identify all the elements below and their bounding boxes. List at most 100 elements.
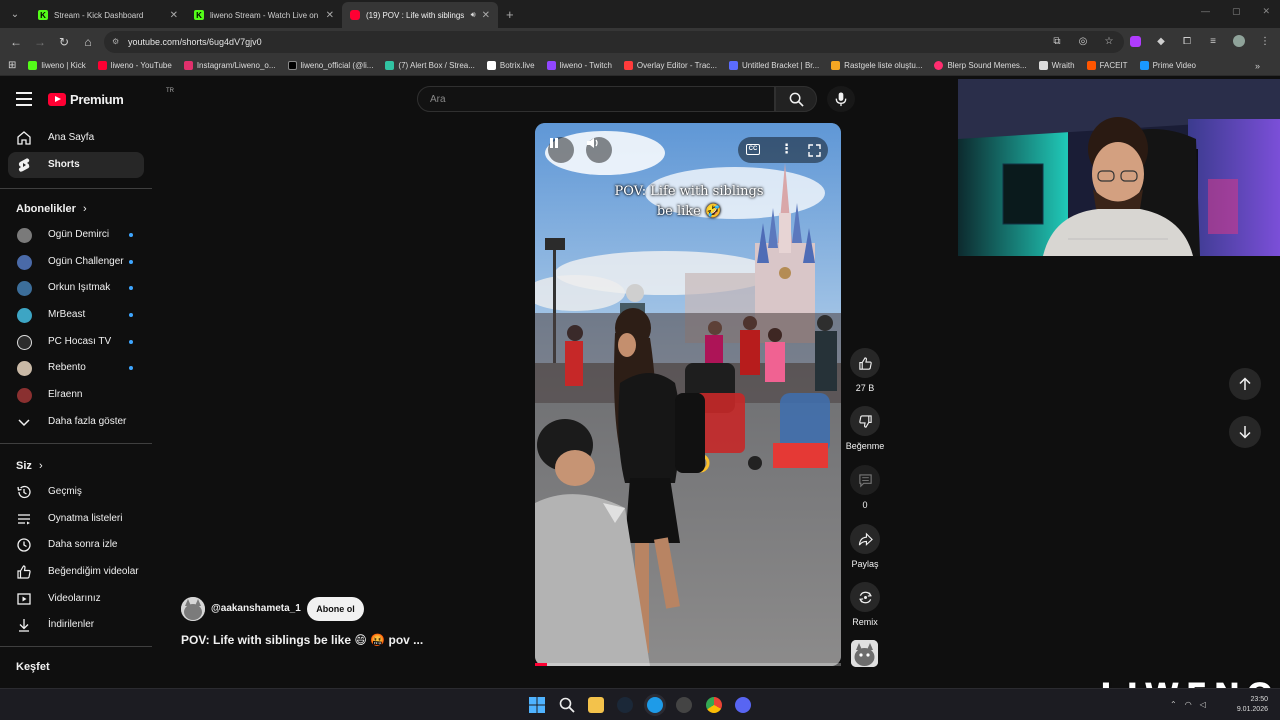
you-header[interactable]: Siz › — [16, 460, 43, 472]
address-bar[interactable]: ⚙ youtube.com/shorts/6ug4dV7gjv0 — [104, 31, 1124, 53]
pause-button[interactable] — [548, 137, 574, 163]
sidebar-item-label: Orkun Işıtmak — [48, 282, 111, 293]
chrome-icon[interactable] — [706, 697, 722, 713]
bookmark-item[interactable]: liweno_official (@li... — [287, 61, 373, 70]
voice-search-button[interactable] — [827, 86, 855, 112]
sidebar-item-history[interactable]: Geçmiş — [8, 479, 144, 505]
back-icon[interactable]: ← — [4, 35, 28, 49]
bookmark-item[interactable]: Blerp Sound Memes... — [934, 61, 1027, 70]
install-app-icon[interactable]: ⧉ — [1050, 34, 1064, 48]
sidebar-item-watch-later[interactable]: Daha sonra izle — [8, 532, 144, 558]
extension-diamond-icon[interactable]: ◆ — [1154, 34, 1168, 48]
maximize-icon[interactable]: ▢ — [1232, 6, 1241, 17]
forward-icon[interactable]: → — [28, 35, 52, 49]
extension-purple-icon[interactable] — [1128, 34, 1142, 48]
guide-menu-icon[interactable] — [16, 92, 32, 106]
more-bookmarks-icon[interactable]: » — [1255, 61, 1260, 71]
dislike-button[interactable]: Beğenme — [846, 406, 884, 451]
obs-icon[interactable] — [676, 697, 692, 713]
bookmark-item[interactable]: Rastgele liste oluştu... — [831, 61, 922, 70]
sidebar-item-subscription[interactable]: Elraenn — [8, 382, 144, 408]
start-menu-icon[interactable] — [529, 697, 545, 713]
tab-kick-stream[interactable]: K liweno Stream - Watch Live on ✕ — [186, 2, 342, 28]
discord-icon[interactable] — [735, 697, 751, 713]
bookmark-item[interactable]: Prime Video — [1139, 61, 1196, 70]
bookmark-item[interactable]: liweno | Kick — [28, 61, 86, 70]
sidebar-item-playlists[interactable]: Oynatma listeleri — [8, 506, 144, 532]
sidebar-item-shorts[interactable]: Shorts — [8, 152, 144, 178]
short-title[interactable]: POV: Life with siblings be like 😄 🤬 pov … — [181, 633, 423, 647]
channel-handle[interactable]: @aakanshameta_1 — [211, 603, 301, 614]
channel-avatar[interactable] — [181, 597, 205, 621]
bookmark-item[interactable]: liweno - Twitch — [546, 61, 612, 70]
search-icon[interactable] — [559, 697, 575, 713]
fullscreen-icon[interactable] — [808, 144, 821, 157]
cat-thumbnail-image — [851, 640, 878, 667]
extensions-puzzle-icon[interactable]: ⧠ — [1180, 34, 1194, 48]
sidebar-item-subscription[interactable]: Orkun Işıtmak — [8, 275, 144, 301]
like-button[interactable]: 27 B — [848, 348, 882, 393]
captions-icon[interactable]: CC — [746, 144, 760, 155]
subscriptions-header[interactable]: Abonelikler › — [16, 203, 87, 215]
search-button[interactable] — [775, 86, 817, 112]
site-info-icon[interactable]: ⚙ — [112, 37, 122, 47]
sidebar-item-subscription[interactable]: Ogün Challenger — [8, 249, 144, 275]
audio-playing-icon[interactable]: 🔊︎ — [471, 10, 476, 20]
sidebar-item-liked-videos[interactable]: Beğendiğim videolar — [8, 559, 144, 585]
tray-chevron-icon[interactable]: ⌃ — [1170, 700, 1177, 709]
comments-button[interactable]: 0 — [848, 465, 882, 510]
share-label: Paylaş — [851, 559, 879, 569]
profile-avatar-icon[interactable] — [1232, 34, 1246, 48]
remix-button[interactable]: Remix — [848, 582, 882, 627]
bookmark-item[interactable]: Botrix.live — [486, 61, 535, 70]
share-button[interactable]: Paylaş — [848, 524, 882, 569]
browser-menu-icon[interactable]: ⋮ — [1258, 34, 1272, 48]
bookmark-item[interactable]: Overlay Editor - Trac... — [623, 61, 717, 70]
youtube-premium-logo[interactable]: Premium TR — [48, 88, 174, 107]
close-tab-icon[interactable]: ✕ — [170, 10, 178, 21]
sidebar-item-home[interactable]: Ana Sayfa — [8, 125, 144, 151]
tab-kick-dashboard[interactable]: K Stream - Kick Dashboard ✕ — [30, 2, 186, 28]
bookmark-label: Botrix.live — [499, 61, 535, 70]
bookmark-item[interactable]: liweno - YouTube — [97, 61, 172, 70]
bookmark-item[interactable]: (7) Alert Box / Strea... — [385, 61, 475, 70]
close-window-icon[interactable]: ✕ — [1262, 6, 1270, 17]
volume-button[interactable] — [586, 137, 612, 163]
wifi-icon[interactable]: ◠ — [1185, 700, 1192, 709]
minimize-icon[interactable]: — — [1201, 6, 1210, 17]
home-button-icon[interactable]: ⌂ — [76, 35, 100, 49]
close-tab-icon[interactable]: ✕ — [326, 10, 334, 21]
previous-short-button[interactable] — [1229, 368, 1261, 400]
more-options-icon[interactable]: ⋮ — [780, 141, 793, 157]
bookmark-item[interactable]: Instagram/Liweno_o... — [183, 61, 276, 70]
close-tab-icon[interactable]: ✕ — [482, 10, 490, 21]
sidebar-item-subscription[interactable]: Ogün Demirci — [8, 222, 144, 248]
taskbar-clock[interactable]: 23:50 9.01.2026 — [1237, 695, 1268, 715]
tab-youtube-short[interactable]: (19) POV : Life with siblings 🔊︎ ✕ — [342, 2, 498, 28]
reload-icon[interactable]: ↻ — [52, 35, 76, 49]
sidebar-item-your-videos[interactable]: Videolarınız — [8, 586, 144, 612]
steam-icon[interactable] — [617, 697, 633, 713]
bookmark-item[interactable]: FACEIT — [1086, 61, 1128, 70]
tab-search-button[interactable]: ⌄ — [4, 4, 26, 24]
sidebar-item-subscription[interactable]: MrBeast — [8, 302, 144, 328]
file-explorer-icon[interactable] — [588, 697, 604, 713]
new-tab-button[interactable]: + — [506, 7, 514, 22]
sidebar-item-subscription[interactable]: Rebento — [8, 355, 144, 381]
search-input[interactable]: Ara — [417, 86, 775, 112]
bookmark-item[interactable]: Wraith — [1038, 61, 1075, 70]
tracking-protection-icon[interactable]: ◎ — [1076, 34, 1090, 48]
sidebar-show-more[interactable]: Daha fazla göster — [8, 409, 144, 435]
edge-browser-icon[interactable] — [647, 697, 663, 713]
sidebar-item-subscription[interactable]: PC Hocası TV — [8, 329, 144, 355]
sidebar-item-downloads[interactable]: İndirilenler — [8, 612, 144, 638]
video-progress-bar[interactable] — [535, 663, 841, 666]
sound-thumbnail[interactable] — [851, 640, 878, 667]
bookmark-item[interactable]: Untitled Bracket | Br... — [728, 61, 819, 70]
bookmark-star-icon[interactable]: ☆ — [1102, 34, 1116, 48]
next-short-button[interactable] — [1229, 416, 1261, 448]
speaker-icon[interactable]: ◁ — [1200, 700, 1206, 709]
subscribe-button[interactable]: Abone ol — [307, 597, 364, 621]
sidebar-toggle-icon[interactable]: ≡ — [1206, 34, 1220, 48]
apps-grid-icon[interactable]: ⊞ — [8, 60, 16, 71]
